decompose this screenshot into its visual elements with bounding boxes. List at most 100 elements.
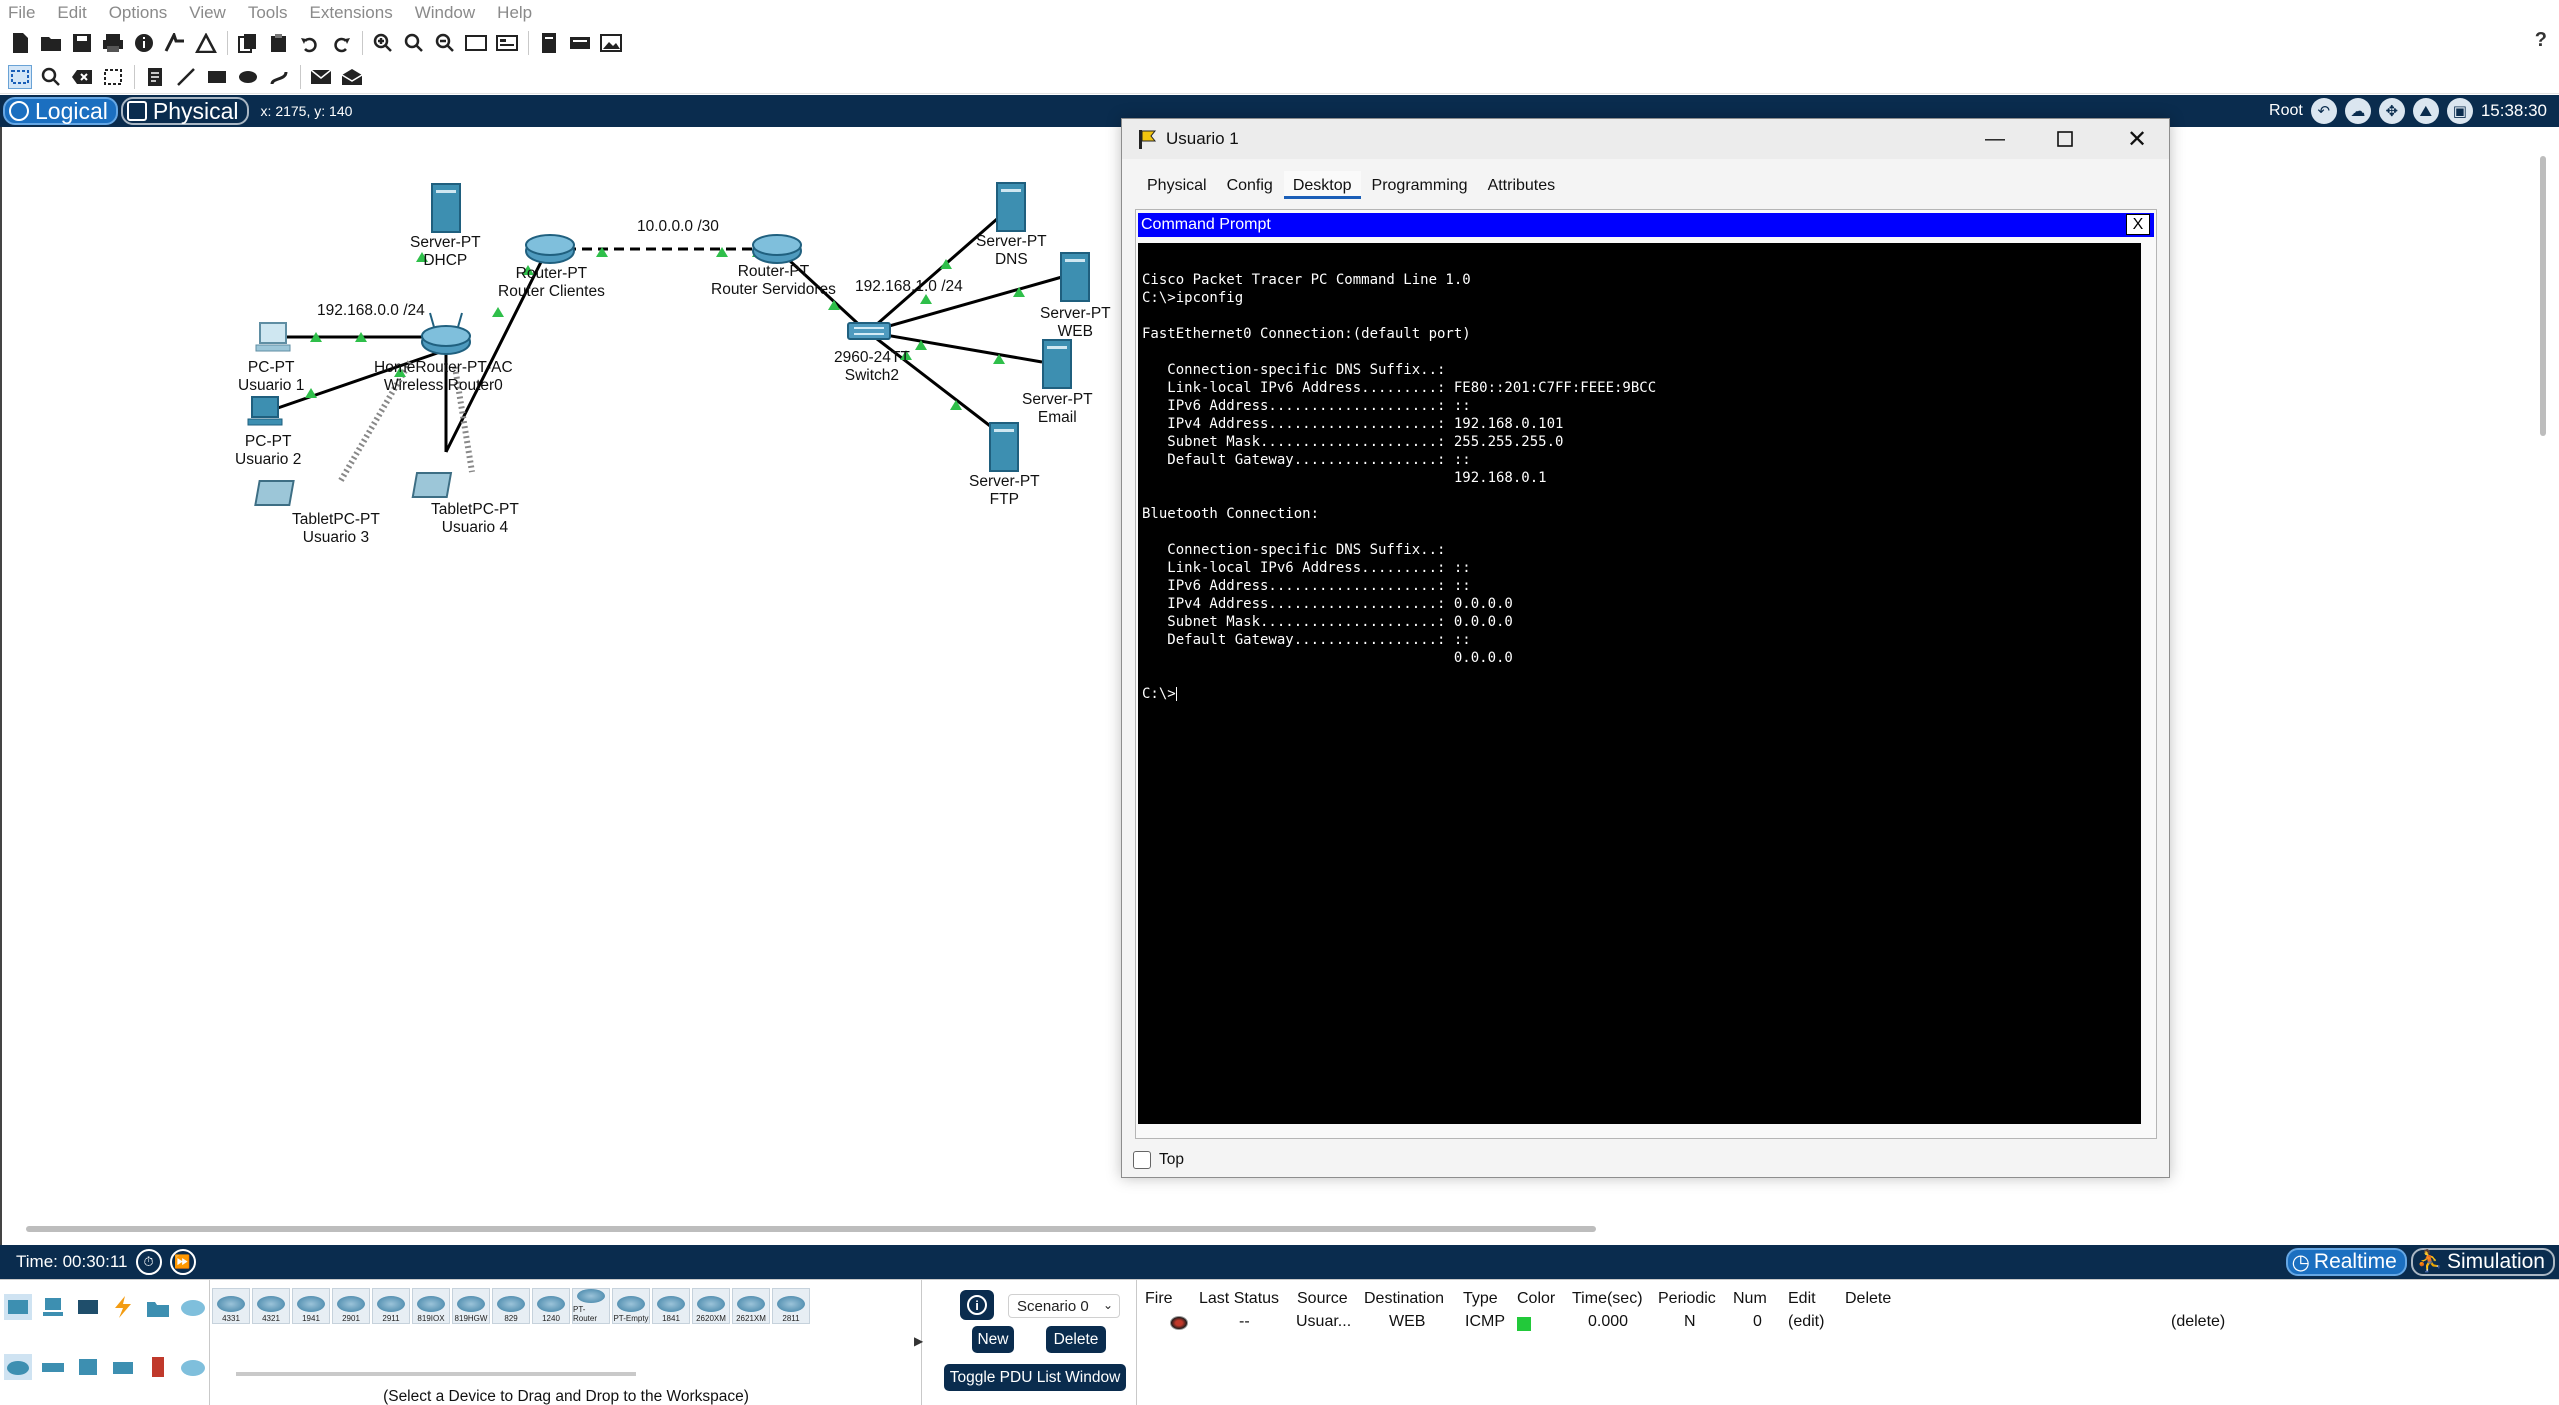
delete-scenario-button[interactable]: Delete [1046,1326,1106,1353]
menu-extensions[interactable]: Extensions [310,3,393,23]
menu-edit[interactable]: Edit [57,3,86,23]
zoom-in-icon[interactable] [371,31,395,55]
top-checkbox-box[interactable] [1133,1151,1151,1169]
device-model-4321[interactable]: 4321 [252,1288,290,1324]
paste-icon[interactable] [267,31,291,55]
security-category-icon[interactable] [144,1354,172,1380]
network-devices-category-icon[interactable] [4,1294,32,1320]
new-file-icon[interactable] [8,31,32,55]
move-icon[interactable]: ✥ [2378,98,2405,124]
collapse-arrow-icon[interactable]: ▶ [914,1334,923,1348]
routers-category-icon[interactable] [4,1354,32,1380]
select-tool-icon[interactable] [8,64,32,89]
scenario-info-icon[interactable]: i [960,1290,994,1320]
save-icon[interactable] [70,31,94,55]
menu-window[interactable]: Window [415,3,475,23]
hubs-category-icon[interactable] [74,1354,102,1380]
tab-desktop[interactable]: Desktop [1283,171,1361,199]
device-model-2621xm[interactable]: 2621XM [732,1288,770,1324]
freeform-tool-icon[interactable] [267,65,291,89]
resize-icon[interactable] [101,65,125,89]
tab-config[interactable]: Config [1218,171,1282,199]
menu-file[interactable]: File [8,3,35,23]
rectangle-tool-icon[interactable] [205,65,229,89]
network-info-icon[interactable] [163,31,187,55]
tab-programming[interactable]: Programming [1363,171,1477,199]
simple-pdu-icon[interactable] [309,65,333,89]
device-model-2911[interactable]: 2911 [372,1288,410,1324]
terminal-output[interactable]: Cisco Packet Tracer PC Command Line 1.0 C… [1138,243,2141,1124]
pdu-row[interactable]: -- Usuar... WEB ICMP 0.000 N 0 (edit) (d… [1137,1313,2559,1335]
fire-icon[interactable] [1170,1316,1188,1330]
end-devices-category-icon[interactable] [39,1294,67,1320]
tab-physical[interactable]: Physical [1138,171,1216,199]
undo-icon[interactable] [298,31,322,55]
command-prompt-close-button[interactable]: X [2126,214,2150,235]
close-icon[interactable]: ✕ [2112,125,2162,153]
tab-logical[interactable]: Logical [3,97,118,125]
device-model-2620xm[interactable]: 2620XM [692,1288,730,1324]
tab-simulation[interactable]: ⛹ Simulation [2410,1248,2555,1276]
pdu-delete-link[interactable]: (delete) [2171,1313,2225,1331]
complex-pdu-icon[interactable] [340,65,364,89]
device-model-pt-router[interactable]: PT-Router [572,1288,610,1324]
new-scenario-button[interactable]: New [972,1326,1014,1353]
open-folder-icon[interactable] [39,31,63,55]
device-model-819hgw[interactable]: 819HGW [452,1288,490,1324]
zoom-out-icon[interactable] [433,31,457,55]
misc-category-icon[interactable] [144,1294,172,1320]
cluster-icon[interactable] [568,31,592,55]
scenario-select[interactable]: Scenario 0 ⌄ [1008,1294,1120,1318]
info-icon[interactable] [132,31,156,55]
device-model-829[interactable]: 829 [492,1288,530,1324]
inspect-icon[interactable] [39,65,63,89]
background-icon[interactable]: ⛰ [2412,98,2439,124]
top-checkbox[interactable]: Top [1133,1151,1184,1169]
workspace-vertical-scrollbar[interactable] [2540,156,2546,436]
redo-icon[interactable] [329,31,353,55]
device-model-pt-empty[interactable]: PT-Empty [612,1288,650,1324]
back-icon[interactable]: ↶ [2310,98,2337,124]
power-cycle-icon[interactable]: ⏱ [135,1249,162,1275]
delete-icon[interactable] [70,65,94,89]
workspace-horizontal-scrollbar[interactable] [26,1226,1596,1232]
pdu-edit-link[interactable]: (edit) [1788,1313,1824,1331]
activity-wizard-icon[interactable] [194,31,218,55]
line-tool-icon[interactable] [174,65,198,89]
maximize-icon[interactable] [2040,125,2090,153]
device-model-2901[interactable]: 2901 [332,1288,370,1324]
image-icon[interactable] [599,31,623,55]
viewport-icon[interactable]: ▣ [2446,98,2473,124]
toggle-pdu-list-button[interactable]: Toggle PDU List Window [944,1364,1126,1391]
viewport-icon[interactable] [464,31,488,55]
menu-tools[interactable]: Tools [248,3,288,23]
device-model-1841[interactable]: 1841 [652,1288,690,1324]
print-icon[interactable] [101,31,125,55]
copy-icon[interactable] [236,31,260,55]
menu-options[interactable]: Options [109,3,168,23]
wan-emulation-category-icon[interactable] [179,1354,207,1380]
device-model-2811[interactable]: 2811 [772,1288,810,1324]
tab-physical[interactable]: Physical [120,97,249,125]
fast-forward-icon[interactable]: ⏩ [169,1249,196,1275]
dialog-titlebar[interactable]: Usuario 1 — ✕ [1122,119,2169,159]
cluster-view-icon[interactable]: ☁ [2344,98,2371,124]
zoom-reset-icon[interactable] [402,31,426,55]
minimize-icon[interactable]: — [1970,125,2020,153]
switches-category-icon[interactable] [39,1354,67,1380]
palette-icon[interactable] [495,31,519,55]
connections-category-icon[interactable] [109,1294,137,1320]
tab-attributes[interactable]: Attributes [1479,171,1565,199]
device-list-scrollbar[interactable] [236,1372,636,1376]
wireless-category-icon[interactable] [109,1354,137,1380]
device-model-819iox[interactable]: 819IOX [412,1288,450,1324]
device-model-1240[interactable]: 1240 [532,1288,570,1324]
menu-help[interactable]: Help [497,3,532,23]
device-model-1941[interactable]: 1941 [292,1288,330,1324]
tab-realtime[interactable]: ◷ Realtime [2285,1248,2407,1276]
menu-view[interactable]: View [189,3,226,23]
help-icon[interactable]: ? [2535,29,2547,52]
custom-device-icon[interactable] [537,31,561,55]
device-model-4331[interactable]: 4331 [212,1288,250,1324]
note-icon[interactable] [143,65,167,89]
